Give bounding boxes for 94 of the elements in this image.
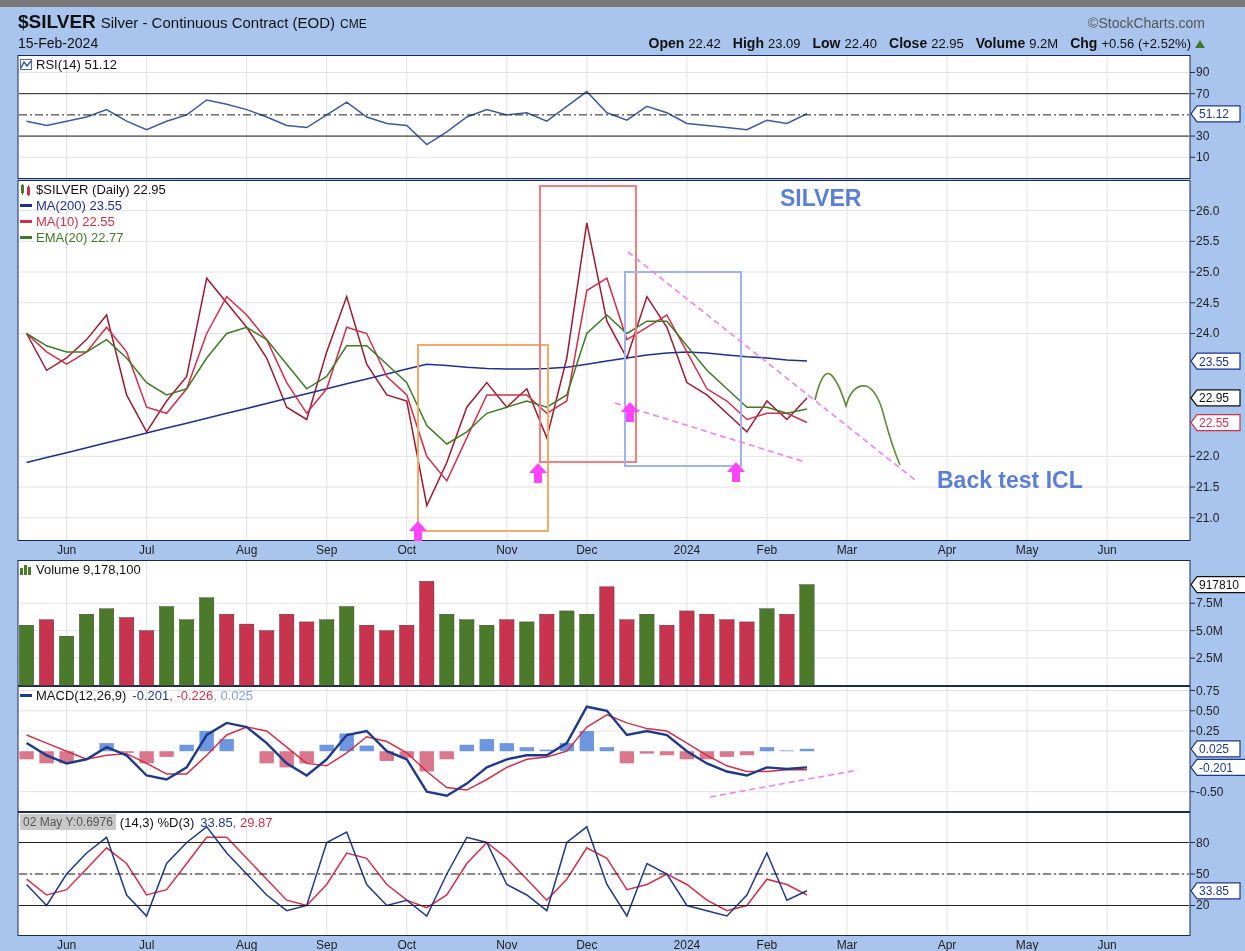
axis-label: Sep [316,938,338,951]
legend-value: , 29.87 [232,814,273,830]
quote-value: 9.2M [1029,36,1059,51]
legend-text: EMA(20) 22.77 [36,230,124,245]
axis-label: 80 [1196,835,1210,850]
legend-text: Volume 9,178,100 [36,562,141,577]
quote-label: High [732,35,764,51]
value-tag: 22.95 [1190,389,1241,407]
value-tag: 917810 [1190,576,1245,594]
axis-label: Jun [56,938,77,951]
axis-label: 22.0 [1196,449,1220,464]
candlestick-icon [20,183,32,196]
chart-label: Back test ICL [937,467,1083,493]
axis-label: Apr [937,938,957,951]
axis-label: Dec [576,938,598,951]
axis-label: 7.5M [1196,596,1223,611]
axis-label: Oct [397,543,417,557]
axis-label: 26.0 [1196,203,1220,218]
axis-label: Mar [836,543,858,557]
axis-label: 0.75 [1196,683,1220,698]
up-arrow-marker [727,462,745,482]
legend-text: MA(200) 23.55 [36,198,122,213]
axis-label: May [1015,543,1039,557]
exchange-label: CME [340,17,367,31]
legend-text: MACD(12,26,9) [36,688,127,703]
axis-label: Apr [937,543,957,557]
value-tag: 33.85 [1190,882,1241,900]
axis-label: Jul [138,543,155,557]
axis-label: 21.0 [1196,510,1220,525]
symbol-title: $SILVER [18,11,96,33]
axis-label: Mar [836,938,858,951]
axis-label: Sep [316,543,338,557]
up-arrow-marker [529,463,547,483]
axis-label: 10 [1196,150,1210,165]
axis-label: 5.0M [1196,623,1223,638]
legend-text: MA(10) 22.55 [36,214,115,229]
axis-label: 70 [1196,86,1210,101]
tooltip: 02 May Y:0.6976 [20,814,116,830]
value-tag: 23.55 [1190,352,1241,370]
axis-label: 0.25 [1196,724,1220,738]
axis-label: 2024 [673,938,701,951]
value-tag: 22.55 [1190,413,1241,432]
quote-value: 23.09 [767,36,801,51]
axis-label: 90 [1196,65,1210,80]
instrument-name: Silver - Continuous Contract (EOD) [100,14,336,31]
axis-label: 2.5M [1196,651,1223,666]
axis-label: 0.50 [1196,703,1220,718]
legend-value: 33.85 [200,814,233,830]
axis-label: Jun [1097,938,1117,951]
up-arrow-marker [409,521,427,541]
bar-chart-icon [20,564,32,575]
quote-label: Open [648,35,685,51]
axis-label: 25.0 [1196,265,1220,280]
axis-label: 24.5 [1196,295,1220,310]
axis-label: 21.5 [1196,480,1220,495]
quote-value: 22.40 [844,36,878,51]
value-tag: 51.12 [1190,105,1241,123]
quote-value: 22.95 [931,36,964,51]
quote-label: Volume [975,35,1026,51]
legend-text: (14,3) %D(3) [119,814,195,830]
value-tag: -0.201 [1190,758,1245,776]
axis-label: 30 [1196,129,1210,144]
axis-label: Jun [1097,543,1117,557]
axis-label: Aug [236,938,258,951]
axis-label: 2024 [673,543,701,557]
quote-value: 22.42 [688,36,721,51]
up-arrow-marker [621,402,639,422]
legend-value: , 0.025 [213,688,254,703]
legend-text: $SILVER (Daily) 22.95 [36,182,166,197]
axis-label: May [1015,938,1039,951]
axis-label: Dec [576,543,598,557]
line-chart-icon [20,59,32,70]
quote-value: +0.56 (+2.52%) [1101,36,1191,51]
copyright-text: ©StockCharts.com [1088,15,1205,31]
quote-label: Chg [1070,35,1098,51]
chart-label: SILVER [780,185,862,211]
axis-label: 50 [1196,867,1210,881]
date-label: 15-Feb-2024 [18,35,99,51]
axis-label: Aug [236,543,258,557]
axis-label: Jul [138,938,155,951]
legend-text: RSI(14) 51.12 [36,57,117,72]
axis-label: -0.50 [1196,784,1224,799]
axis-label: Feb [756,938,778,951]
value-tag: 0.025 [1190,740,1241,758]
axis-label: Nov [496,543,518,557]
quote-label: Low [812,35,841,51]
axis-label: 24.0 [1196,326,1220,341]
axis-label: Feb [756,543,778,557]
axis-label: 25.5 [1196,234,1220,249]
axis-label: Nov [496,938,518,951]
quote-label: Close [889,35,928,51]
axis-label: Oct [397,938,417,951]
axis-label: 20 [1196,898,1210,913]
axis-label: Jun [56,543,77,557]
